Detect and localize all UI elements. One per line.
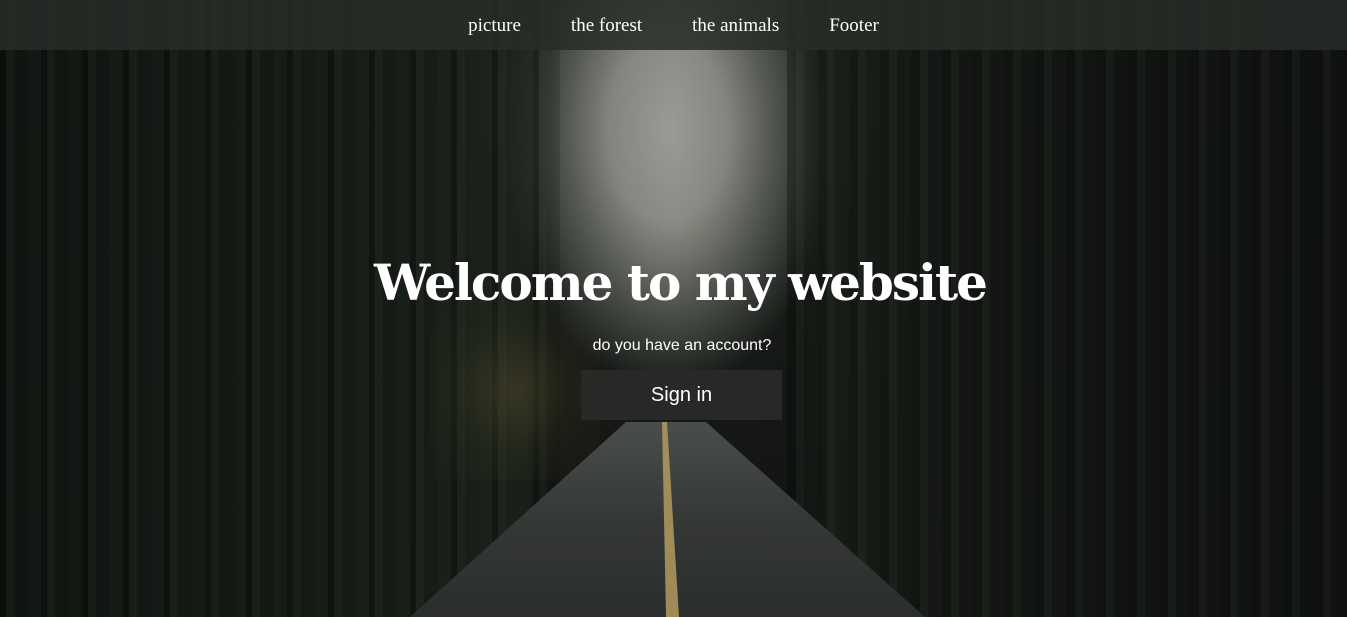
- nav-link-the-forest[interactable]: the forest: [571, 15, 642, 37]
- nav-link-footer[interactable]: Footer: [829, 15, 879, 37]
- hero-content: Welcome to my website do you have an acc…: [0, 0, 1347, 617]
- page-title: Welcome to my website: [374, 253, 988, 312]
- hero-section: picture the forest the animals Footer We…: [0, 0, 1347, 617]
- nav-link-picture[interactable]: picture: [468, 15, 521, 37]
- nav-link-the-animals[interactable]: the animals: [692, 15, 779, 37]
- top-navbar: picture the forest the animals Footer: [0, 0, 1347, 50]
- account-prompt: do you have an account?: [592, 337, 772, 354]
- sign-in-button[interactable]: Sign in: [581, 370, 782, 420]
